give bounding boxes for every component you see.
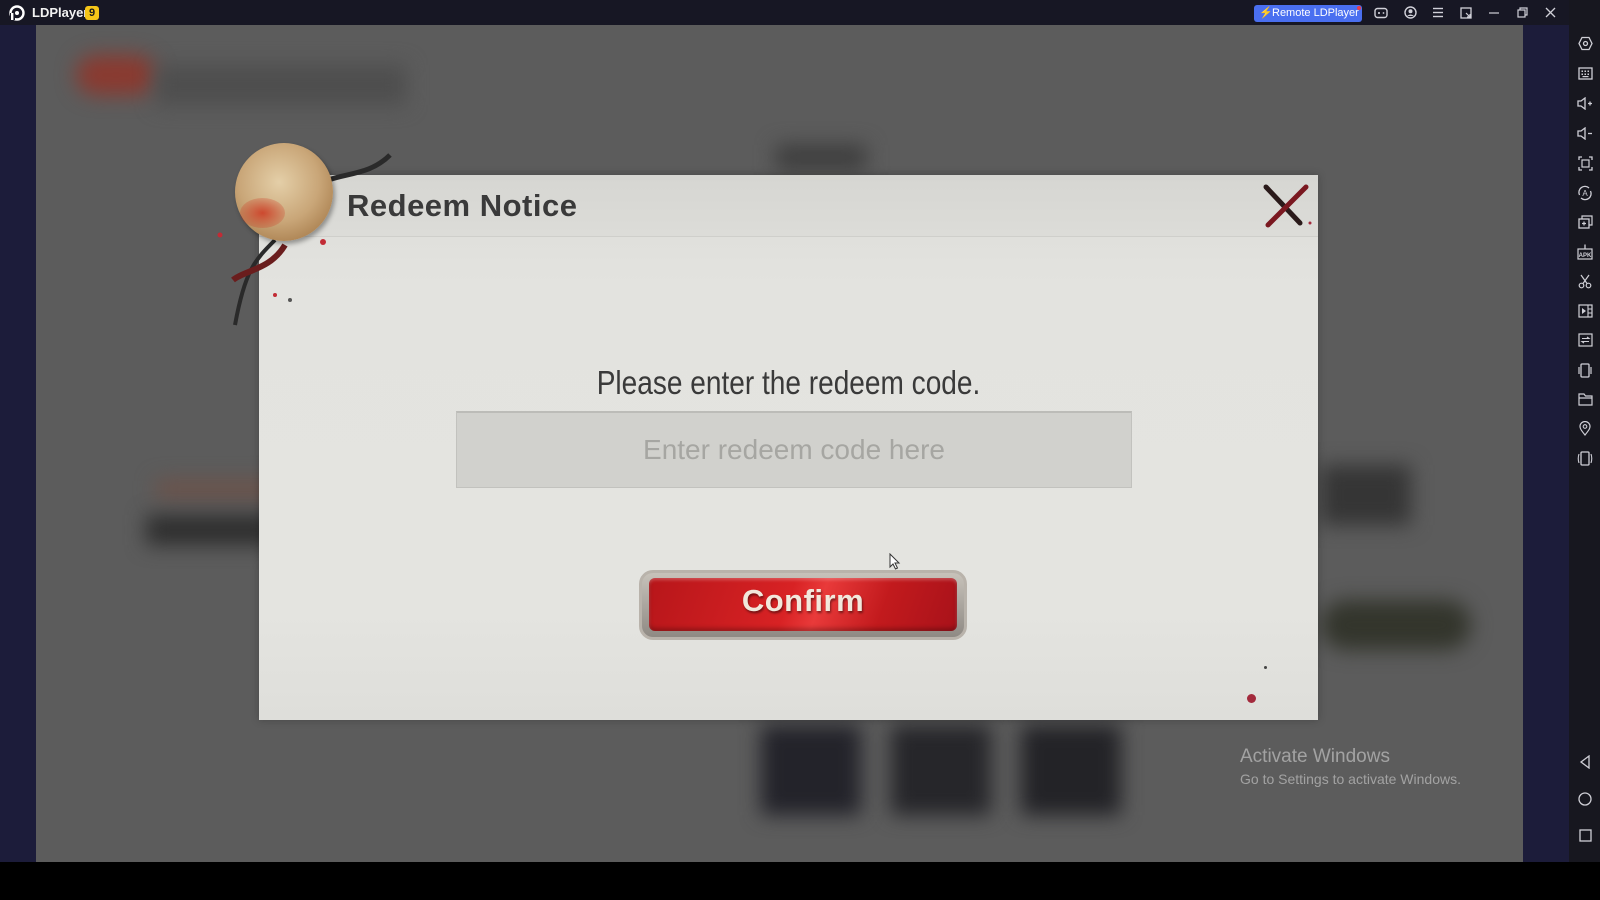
blurred-card-1 — [761, 725, 861, 815]
shake-icon[interactable] — [1574, 359, 1596, 381]
confirm-button-body: Confirm — [649, 578, 957, 631]
restore-icon[interactable] — [1513, 4, 1531, 22]
back-icon[interactable] — [1574, 751, 1596, 773]
folder-icon[interactable] — [1574, 388, 1596, 410]
emulator-right-border — [1523, 25, 1569, 862]
gamepad-icon[interactable] — [1372, 4, 1390, 22]
ink-splatter — [1247, 694, 1256, 703]
emulator-left-border — [0, 25, 36, 862]
windows-activation-watermark: Activate Windows Go to Settings to activ… — [1240, 746, 1461, 787]
notification-dot — [1357, 6, 1361, 10]
multi-instance-icon[interactable] — [1574, 211, 1596, 233]
install-apk-icon[interactable]: APK — [1574, 241, 1596, 263]
keyboard-mapping-icon[interactable] — [1574, 62, 1596, 84]
app-title: LDPlayer — [32, 5, 89, 20]
scissors-icon[interactable] — [1574, 270, 1596, 292]
auto-rotate-icon[interactable]: A — [1574, 182, 1596, 204]
screenshot-icon[interactable] — [1574, 152, 1596, 174]
home-icon[interactable] — [1574, 788, 1596, 810]
sync-icon[interactable] — [1574, 329, 1596, 351]
video-record-icon[interactable] — [1574, 300, 1596, 322]
emulator-sidebar: A APK — [1569, 0, 1600, 862]
volume-down-icon[interactable] — [1574, 122, 1596, 144]
mouse-cursor-icon — [889, 553, 901, 570]
blurred-text — [146, 515, 276, 545]
ink-dot — [1264, 666, 1267, 669]
location-icon[interactable] — [1574, 417, 1596, 439]
close-icon[interactable] — [1541, 4, 1559, 22]
ldplayer-logo-icon — [9, 5, 25, 21]
title-bar: LDPlayer 9 ⚡ Remote LDPlayer — [0, 0, 1600, 25]
version-badge: 9 — [85, 6, 99, 20]
watermark-line-2: Go to Settings to activate Windows. — [1240, 771, 1461, 787]
blurred-buttons-right — [1321, 600, 1471, 650]
wax-seal-icon — [235, 143, 333, 241]
lightning-icon: ⚡ — [1259, 7, 1273, 19]
blurred-title — [776, 145, 866, 170]
remote-ldplayer-button[interactable]: ⚡ Remote LDPlayer — [1254, 5, 1362, 22]
blurred-panel-right — [1321, 465, 1411, 525]
confirm-button[interactable]: Confirm — [639, 570, 967, 640]
blurred-card-3 — [1021, 725, 1121, 815]
redeem-dialog: Redeem Notice Please enter the redeem co… — [259, 175, 1318, 720]
recents-icon[interactable] — [1574, 825, 1596, 847]
blurred-card-2 — [891, 725, 991, 815]
redeem-code-input[interactable] — [456, 411, 1132, 488]
bottom-black-bar — [0, 862, 1600, 900]
settings-icon[interactable] — [1574, 32, 1596, 54]
watermark-line-1: Activate Windows — [1240, 746, 1390, 767]
account-icon[interactable] — [1401, 4, 1419, 22]
confirm-button-label: Confirm — [741, 583, 865, 618]
rotate-screen-icon[interactable] — [1574, 447, 1596, 469]
remote-ldplayer-label: Remote LDPlayer — [1272, 7, 1359, 19]
minimize-icon[interactable] — [1485, 4, 1503, 22]
redeem-prompt: Please enter the redeem code. — [596, 364, 981, 401]
screen-record-icon[interactable] — [1457, 4, 1475, 22]
blurred-header — [156, 65, 406, 105]
volume-up-icon[interactable] — [1574, 92, 1596, 114]
svg-text:A: A — [1582, 189, 1588, 198]
menu-icon[interactable] — [1429, 4, 1447, 22]
close-dialog-button[interactable] — [1262, 183, 1314, 231]
blurred-logo — [76, 55, 156, 95]
svg-text:APK: APK — [1579, 253, 1592, 259]
